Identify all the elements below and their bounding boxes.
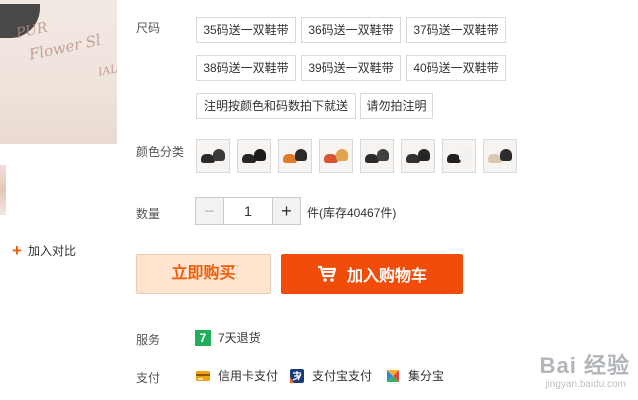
size-option-36[interactable]: 36码送一双鞋带 bbox=[301, 17, 401, 43]
add-to-cart-label: 加入购物车 bbox=[346, 268, 427, 285]
size-option-39[interactable]: 39码送一双鞋带 bbox=[301, 55, 401, 81]
color-swatch-black[interactable] bbox=[237, 139, 271, 173]
color-swatch-black-2[interactable] bbox=[360, 139, 394, 173]
size-option-38[interactable]: 38码送一双鞋带 bbox=[196, 55, 296, 81]
cart-icon bbox=[317, 265, 337, 282]
service-item-label: 7天退货 bbox=[218, 331, 261, 345]
service-label: 服务 bbox=[136, 333, 161, 347]
color-swatch-orange[interactable] bbox=[278, 139, 312, 173]
plus-icon: + bbox=[12, 240, 22, 260]
payment-points[interactable]: 集分宝 bbox=[385, 367, 444, 384]
color-label: 颜色分类 bbox=[136, 145, 185, 159]
baidu-jingyan-watermark: Bai 经验 jingyan.baidu.com bbox=[540, 348, 630, 390]
buy-now-button[interactable]: 立即购买 bbox=[136, 254, 271, 294]
color-swatch-black-3[interactable] bbox=[401, 139, 435, 173]
product-main-image: PUR Flower Sl IAL bbox=[0, 0, 117, 144]
color-swatch-black-white[interactable] bbox=[196, 139, 230, 173]
payment-item-label: 支付宝支付 bbox=[312, 369, 373, 383]
quantity-stepper: − + bbox=[195, 197, 301, 225]
quantity-input[interactable] bbox=[224, 198, 272, 224]
shoe-thumbnail bbox=[336, 149, 348, 161]
watermark-logo: Bai 经验 bbox=[539, 353, 630, 378]
size-label: 尺码 bbox=[136, 21, 161, 35]
shoe-thumbnail bbox=[418, 149, 430, 161]
payment-credit-card[interactable]: 信用卡支付 bbox=[195, 367, 278, 384]
stock-text: 件(库存40467件) bbox=[307, 206, 397, 220]
quantity-increase-button[interactable]: + bbox=[272, 198, 300, 224]
size-option-no-note[interactable]: 请勿拍注明 bbox=[360, 93, 433, 119]
size-option-37[interactable]: 37码送一双鞋带 bbox=[406, 17, 506, 43]
color-swatch-black-white-2[interactable] bbox=[442, 139, 476, 173]
shoe-thumbnail bbox=[213, 149, 225, 161]
quantity-label: 数量 bbox=[136, 207, 161, 221]
shoe-thumbnail bbox=[254, 149, 266, 161]
payment-item-label: 集分宝 bbox=[408, 369, 445, 383]
product-thumbnail-strip[interactable] bbox=[0, 165, 6, 215]
payment-label: 支付 bbox=[136, 371, 161, 385]
credit-card-icon bbox=[196, 370, 210, 381]
add-compare-button[interactable]: + 加入对比 bbox=[12, 242, 76, 259]
payment-alipay[interactable]: 支付宝支付 bbox=[289, 367, 372, 384]
size-option-note[interactable]: 注明按颜色和码数拍下就送 bbox=[196, 93, 356, 119]
service-seven-day-return[interactable]: 7 7天退货 bbox=[195, 329, 261, 346]
points-icon bbox=[387, 369, 399, 382]
shoe-thumbnail bbox=[295, 149, 307, 161]
color-swatch-beige-black[interactable] bbox=[483, 139, 517, 173]
add-compare-label: 加入对比 bbox=[27, 244, 76, 258]
size-option-35[interactable]: 35码送一双鞋带 bbox=[196, 17, 296, 43]
watermark-url: jingyan.baidu.com bbox=[545, 379, 626, 390]
color-swatch-red-orange[interactable] bbox=[319, 139, 353, 173]
add-to-cart-button[interactable]: 加入购物车 bbox=[281, 254, 463, 294]
alipay-icon bbox=[290, 368, 304, 383]
payment-item-label: 信用卡支付 bbox=[218, 369, 279, 383]
size-option-40[interactable]: 40码送一双鞋带 bbox=[406, 55, 506, 81]
shoe-thumbnail bbox=[459, 149, 471, 161]
quantity-decrease-button[interactable]: − bbox=[196, 198, 224, 224]
seven-day-return-icon: 7 bbox=[195, 329, 211, 346]
shoe-thumbnail bbox=[500, 149, 512, 161]
shoe-thumbnail bbox=[377, 149, 389, 161]
